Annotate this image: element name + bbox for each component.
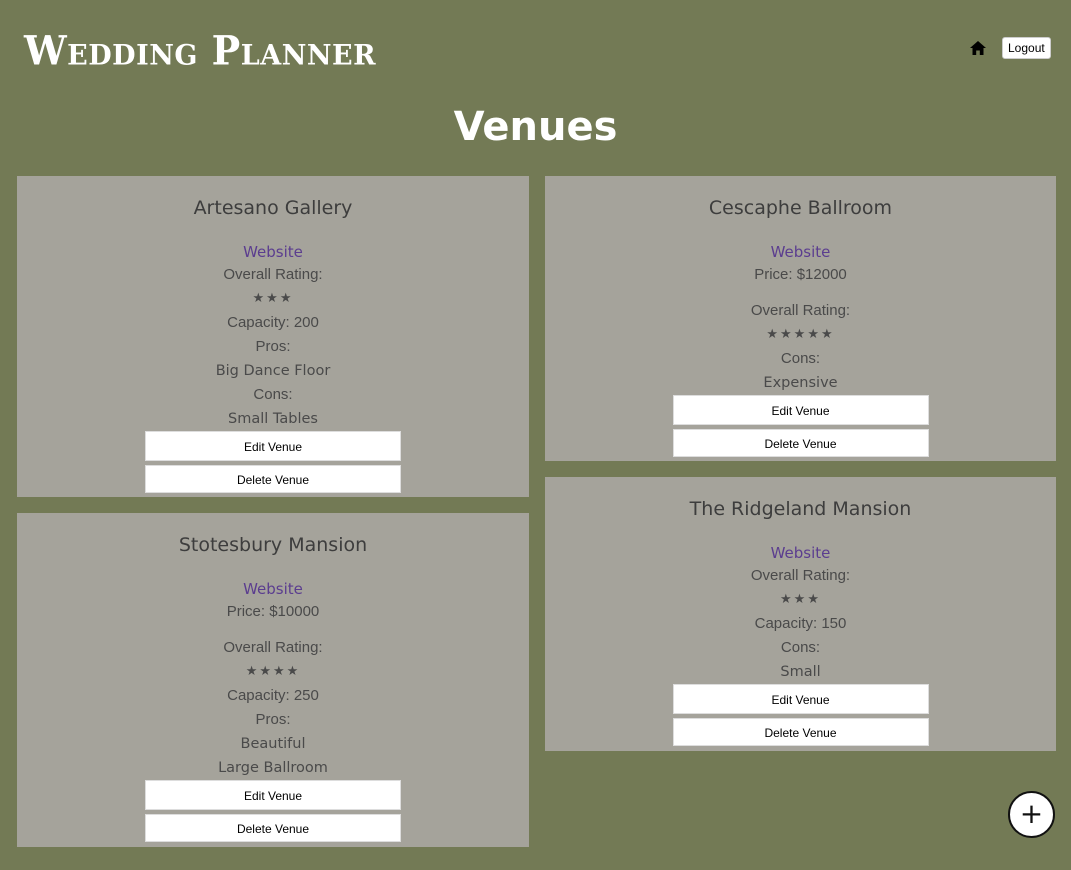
cons-label: Cons: — [253, 386, 293, 403]
website-link[interactable]: Website — [17, 578, 529, 600]
venue-card: Cescaphe Ballroom Website Price: $12000 … — [545, 176, 1056, 461]
venue-name: The Ridgeland Mansion — [689, 498, 912, 520]
app-brand[interactable]: Wedding Planner — [24, 27, 376, 74]
capacity: Capacity: 250 — [227, 687, 319, 704]
rating-label: Overall Rating: — [750, 302, 851, 319]
cons-item: Small — [780, 664, 821, 680]
venue-name: Cescaphe Ballroom — [708, 197, 893, 219]
venue-card: The Ridgeland Mansion Website Overall Ra… — [545, 477, 1056, 751]
price: Price: $12000 — [754, 266, 847, 283]
website-link[interactable]: Website — [545, 241, 1056, 263]
website-link[interactable]: Website — [17, 241, 529, 263]
price: Price: $10000 — [226, 603, 320, 620]
venue-card: Stotesbury Mansion Website Price: $10000… — [17, 513, 529, 847]
delete-venue-button[interactable]: Delete Venue — [145, 814, 401, 842]
pros-item: Beautiful — [240, 736, 306, 752]
delete-venue-button[interactable]: Delete Venue — [672, 429, 929, 457]
capacity: Capacity: 200 — [227, 314, 319, 331]
cons-item: Small Tables — [228, 411, 318, 427]
cons-label: Cons: — [780, 350, 821, 367]
edit-venue-button[interactable]: Edit Venue — [672, 395, 929, 425]
cons-label: Cons: — [780, 639, 821, 656]
home-icon[interactable] — [970, 41, 986, 55]
venue-name: Stotesbury Mansion — [178, 534, 368, 556]
edit-venue-button[interactable]: Edit Venue — [672, 684, 929, 714]
star-rating: ★★★★★ — [766, 327, 835, 342]
capacity: Capacity: 150 — [754, 615, 847, 632]
pros-label: Pros: — [255, 338, 291, 355]
star-rating: ★★★ — [780, 592, 821, 607]
pros-item: Big Dance Floor — [215, 363, 331, 379]
star-rating: ★★★★ — [245, 664, 301, 679]
venue-card: Artesano Gallery Website Overall Rating:… — [17, 176, 529, 497]
website-link[interactable]: Website — [545, 542, 1056, 564]
rating-label: Overall Rating: — [223, 266, 323, 283]
delete-venue-button[interactable]: Delete Venue — [672, 718, 929, 746]
logout-button[interactable]: Logout — [1002, 37, 1051, 59]
pros-label: Pros: — [255, 711, 291, 728]
delete-venue-button[interactable]: Delete Venue — [145, 465, 401, 493]
star-rating: ★★★ — [252, 291, 294, 306]
edit-venue-button[interactable]: Edit Venue — [145, 431, 401, 461]
cons-item: Expensive — [763, 375, 838, 391]
page-title: Venues — [453, 104, 618, 150]
rating-label: Overall Rating: — [750, 567, 851, 584]
rating-label: Overall Rating: — [223, 639, 323, 656]
pros-item: Large Ballroom — [218, 760, 328, 776]
add-venue-button[interactable]: + — [1008, 791, 1055, 838]
venue-name: Artesano Gallery — [193, 197, 353, 219]
edit-venue-button[interactable]: Edit Venue — [145, 780, 401, 810]
